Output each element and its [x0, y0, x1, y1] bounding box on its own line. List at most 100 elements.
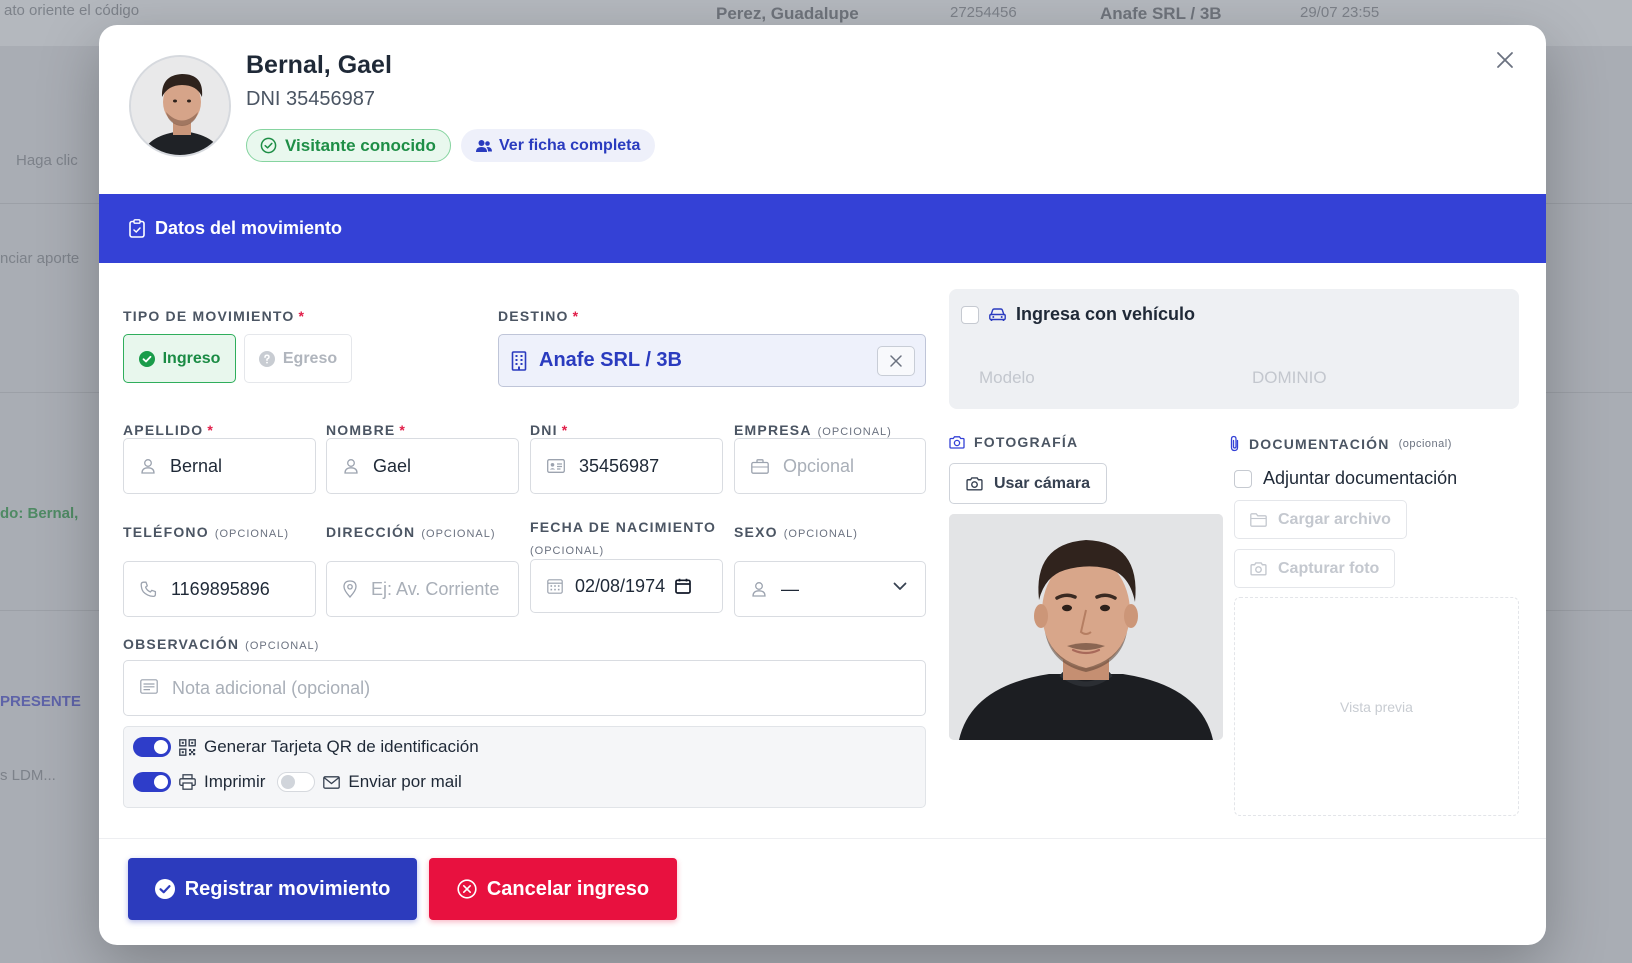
egreso-label: Egreso	[282, 349, 338, 367]
qr-option-label: Generar Tarjeta QR de identificación	[204, 737, 479, 756]
visitor-photo	[949, 514, 1223, 740]
qr-code-icon	[179, 738, 196, 756]
background-cell: 27254456	[950, 4, 1017, 21]
address-field[interactable]: Ej: Av. Corriente	[326, 561, 519, 617]
calendar-icon[interactable]	[675, 578, 691, 594]
movement-type-label: TIPO DE MOVIMIENTO *	[123, 308, 306, 324]
background-cell: 29/07 23:55	[1300, 4, 1380, 21]
building-icon	[511, 350, 527, 371]
clipboard-icon	[129, 219, 145, 238]
view-profile-button[interactable]: Ver ficha completa	[461, 129, 656, 162]
note-icon	[140, 678, 158, 694]
visitor-name: Bernal, Gael	[246, 51, 392, 79]
dni-value: 35456987	[579, 455, 660, 476]
section-header: Datos del movimiento	[99, 194, 1546, 263]
background-text: Haga clic	[16, 152, 78, 169]
x-circle-icon	[457, 879, 477, 899]
register-movement-button[interactable]: Registrar movimiento	[128, 858, 417, 920]
paperclip-icon	[1230, 435, 1239, 452]
users-icon	[476, 139, 492, 152]
folder-icon	[1250, 512, 1267, 527]
mail-toggle[interactable]	[277, 772, 316, 792]
qr-toggle[interactable]	[133, 737, 171, 757]
cancel-entry-label: Cancelar ingreso	[486, 877, 650, 900]
company-placeholder: Opcional	[783, 455, 855, 476]
clear-destination-button[interactable]	[877, 346, 915, 376]
sex-select[interactable]: —	[734, 561, 926, 617]
lastname-label: APELLIDO *	[123, 422, 215, 438]
photo-section-label: FOTOGRAFÍA	[949, 434, 1078, 450]
dni-field[interactable]: 35456987	[530, 438, 723, 494]
footer-divider	[99, 838, 1546, 839]
background-text: nciar aporte	[0, 250, 80, 267]
upload-file-button[interactable]: Cargar archivo	[1234, 500, 1407, 539]
background-text: s LDM...	[0, 767, 56, 784]
documents-section-label: DOCUMENTACIÓN (opcional)	[1229, 435, 1452, 452]
attach-documents-label: Adjuntar documentación	[1263, 468, 1458, 488]
print-toggle[interactable]	[133, 772, 171, 792]
capture-photo-button[interactable]: Capturar foto	[1234, 549, 1396, 588]
calendar-grid-icon	[547, 579, 563, 594]
company-label: EMPRESA (OPCIONAL)	[734, 422, 892, 438]
vehicle-checkbox-row[interactable]: Ingresa con vehículo	[961, 304, 1195, 325]
vehicle-plate-input[interactable]: DOMINIO	[1252, 368, 1327, 388]
mail-option-label: Enviar por mail	[348, 772, 462, 791]
ingreso-label: Ingreso	[162, 349, 221, 367]
notes-placeholder: Nota adicional (opcional)	[172, 677, 371, 698]
birthdate-field[interactable]: 02/08/1974	[530, 559, 723, 613]
background-text: ato oriente el código	[4, 2, 140, 19]
birthdate-value: 02/08/1974	[575, 575, 666, 596]
egreso-option[interactable]: Egreso	[244, 334, 352, 383]
attach-documents-row[interactable]: Adjuntar documentación	[1234, 468, 1457, 489]
printer-icon	[179, 774, 196, 790]
check-circle-icon	[260, 137, 277, 154]
vehicle-model-input[interactable]: Modelo	[979, 368, 1035, 388]
movement-modal: Bernal, Gael DNI 35456987 Visitante cono…	[99, 25, 1546, 945]
upload-file-label: Cargar archivo	[1278, 510, 1391, 528]
id-card-icon	[547, 459, 565, 473]
check-circle-icon	[154, 879, 175, 899]
phone-field[interactable]: 1169895896	[123, 561, 316, 617]
notes-label: OBSERVACIÓN (OPCIONAL)	[123, 636, 320, 652]
destination-label: DESTINO *	[498, 308, 580, 324]
print-mail-options: Imprimir Enviar por mail	[133, 772, 462, 792]
address-label: DIRECCIÓN (OPCIONAL)	[326, 524, 496, 540]
sex-label: SEXO (OPCIONAL)	[734, 524, 858, 540]
use-camera-button[interactable]: Usar cámara	[949, 463, 1107, 504]
preview-label: Vista previa	[1340, 698, 1413, 715]
birthdate-label: FECHA DE NACIMIENTO (OPCIONAL)	[530, 519, 717, 557]
document-preview: Vista previa	[1234, 597, 1519, 816]
phone-label: TELÉFONO (OPCIONAL)	[123, 524, 290, 540]
qr-option: Generar Tarjeta QR de identificación	[133, 737, 479, 757]
ingreso-option[interactable]: Ingreso	[123, 334, 236, 383]
chevron-down-icon	[893, 582, 907, 590]
sex-value: —	[781, 578, 799, 599]
phone-icon	[140, 581, 157, 597]
address-placeholder: Ej: Av. Corriente	[371, 578, 500, 599]
firstname-label: NOMBRE *	[326, 422, 407, 438]
vehicle-checkbox[interactable]	[961, 305, 979, 324]
known-visitor-label: Visitante conocido	[285, 135, 436, 155]
help-circle-icon	[258, 350, 275, 367]
user-icon	[141, 459, 155, 474]
background-cell: Perez, Guadalupe	[716, 4, 859, 23]
known-visitor-badge: Visitante conocido	[246, 129, 451, 162]
map-pin-icon	[343, 580, 357, 598]
attach-documents-checkbox[interactable]	[1234, 469, 1252, 488]
section-title: Datos del movimiento	[155, 218, 343, 238]
dni-label: DNI *	[530, 422, 569, 438]
vehicle-label: Ingresa con vehículo	[1016, 304, 1196, 324]
notes-field[interactable]: Nota adicional (opcional)	[123, 660, 926, 716]
destination-select[interactable]: Anafe SRL / 3B	[498, 334, 926, 387]
close-icon	[890, 355, 902, 367]
firstname-field[interactable]: Gael	[326, 438, 519, 494]
capture-photo-label: Capturar foto	[1278, 559, 1380, 577]
visitor-dni: DNI 35456987	[246, 88, 375, 110]
user-icon	[752, 582, 766, 597]
visitor-avatar	[129, 55, 231, 157]
firstname-value: Gael	[373, 455, 412, 476]
company-field[interactable]: Opcional	[734, 438, 926, 494]
lastname-field[interactable]: Bernal	[123, 438, 316, 494]
cancel-entry-button[interactable]: Cancelar ingreso	[429, 858, 677, 920]
mail-icon	[323, 775, 341, 789]
